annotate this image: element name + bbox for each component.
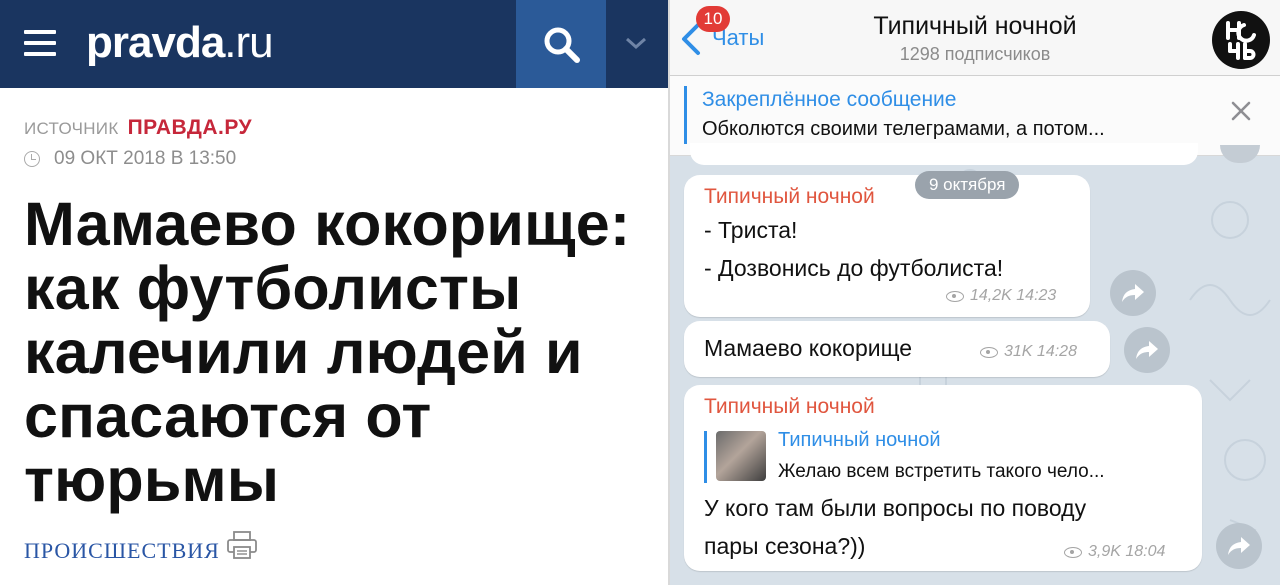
telegram-channel-screen: Чаты 10 Типичный ночной 1298 подписчиков (670, 0, 1280, 585)
chevron-down-icon (626, 37, 646, 50)
search-icon (544, 27, 580, 63)
message-time: 18:04 (1125, 543, 1166, 560)
date-separator: 9 октября (915, 171, 1020, 199)
menu-icon[interactable] (24, 30, 56, 56)
message-bubble[interactable]: Типичный ночной Типичный ночной Желаю вс… (684, 385, 1202, 571)
message-bubble[interactable]: Мамаево кокорище 31K 14:28 (684, 321, 1110, 377)
message-meta: 3,9K 18:04 (1064, 543, 1165, 561)
close-icon (1231, 101, 1251, 121)
search-button[interactable] (516, 0, 606, 88)
message-author: Типичный ночной (704, 185, 875, 208)
reply-author: Типичный ночной (778, 429, 941, 451)
message-line: - Триста! (704, 217, 798, 243)
pinned-title: Закреплённое сообщение (702, 88, 957, 111)
message-line: - Дозвонись до футболиста! (704, 255, 1004, 281)
expand-button[interactable] (606, 0, 668, 88)
channel-subscribers: 1298 подписчиков (899, 44, 1051, 64)
article-headline: Мамаево кокорище: как футболисты калечил… (24, 190, 631, 514)
view-count: 31K (1004, 343, 1033, 360)
site-header: pravda.ru (0, 0, 668, 88)
views-icon (980, 346, 998, 358)
message-list: Типичный ночной - Триста! - Дозвонись до… (670, 143, 1280, 585)
article-date: 09 ОКТ 2018 В 13:50 (24, 148, 236, 170)
share-arrow-icon (1122, 284, 1144, 302)
reply-text: Желаю всем встретить такого чело... (778, 461, 1105, 482)
previous-message-edge (690, 143, 1198, 165)
forward-button[interactable] (1216, 523, 1262, 569)
channel-avatar-logo-icon (1226, 21, 1256, 60)
message-text: Мамаево кокорище (704, 335, 913, 361)
close-pinned-button[interactable] (1230, 100, 1252, 127)
previous-forward-edge (1220, 145, 1260, 163)
message-line: У кого там были вопросы по поводу (704, 495, 1087, 521)
pinned-accent-bar (684, 86, 687, 144)
channel-avatar[interactable] (1212, 11, 1270, 69)
share-arrow-icon (1136, 341, 1158, 359)
source-name-link[interactable]: ПРАВДА.РУ (128, 116, 253, 139)
channel-title[interactable]: Типичный ночной (670, 12, 1280, 41)
message-meta: 31K 14:28 (980, 343, 1077, 361)
printer-icon (227, 531, 257, 559)
message-author: Типичный ночной (704, 395, 875, 418)
site-logo[interactable]: pravda.ru (86, 18, 274, 68)
pinned-text: Обколются своими телеграмами, а потом... (702, 118, 1105, 140)
pravda-article-screen: pravda.ru ИСТОЧНИК ПРАВДА.РУ 09 ОКТ 2018… (0, 0, 668, 585)
article-source: ИСТОЧНИК ПРАВДА.РУ (24, 116, 252, 140)
forward-button[interactable] (1110, 270, 1156, 316)
reply-accent-bar (704, 431, 707, 483)
message-time: 14:28 (1036, 343, 1077, 360)
clock-icon (24, 151, 40, 167)
chat-header: Чаты 10 Типичный ночной 1298 подписчиков (670, 0, 1280, 76)
message-line: пары сезона?)) (704, 533, 866, 559)
source-label: ИСТОЧНИК (24, 119, 119, 138)
category-link[interactable]: ПРОИСШЕСТВИЯ (24, 538, 220, 564)
message-bubble[interactable]: Типичный ночной - Триста! - Дозвонись до… (684, 175, 1090, 317)
views-icon (946, 290, 964, 302)
view-count: 14,2K (970, 287, 1012, 304)
view-count: 3,9K (1088, 543, 1121, 560)
message-meta: 14,2K 14:23 (946, 287, 1056, 305)
views-icon (1064, 546, 1082, 558)
print-button[interactable] (226, 530, 258, 565)
message-time: 14:23 (1016, 287, 1057, 304)
forward-button[interactable] (1124, 327, 1170, 373)
reply-thumbnail (716, 431, 766, 481)
share-arrow-icon (1228, 537, 1250, 555)
date-text: 09 ОКТ 2018 В 13:50 (54, 148, 237, 169)
